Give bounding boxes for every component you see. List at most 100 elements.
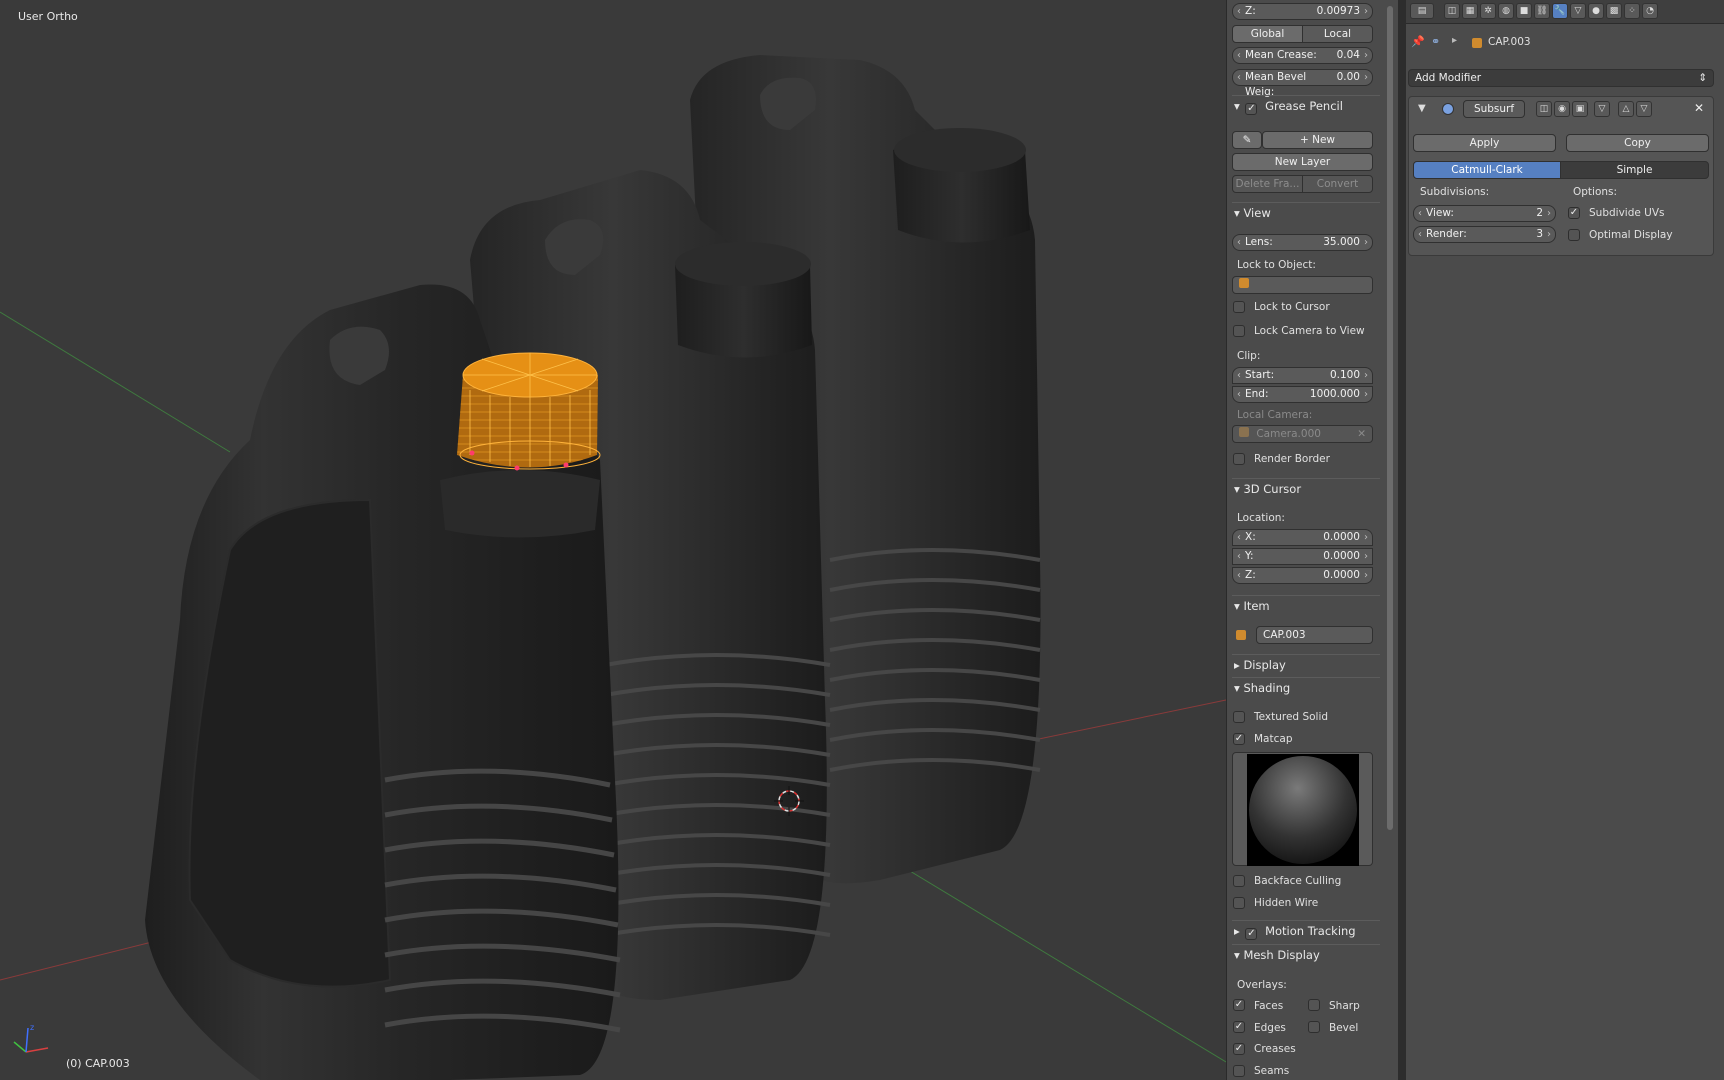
render-layers-tab-icon[interactable]: ▦ [1462,3,1478,19]
cursor-z-value: 0.0000 [1323,569,1360,581]
shading-panel-header[interactable]: ▾ Shading [1232,677,1380,697]
render-toggle-icon[interactable]: ◫ [1536,101,1552,117]
editor-type-icon[interactable]: ▤ [1410,3,1434,19]
lock-to-object-label: Lock to Object: [1237,259,1316,271]
sharp-checkbox[interactable] [1308,999,1320,1011]
scene-tab-icon[interactable]: ✲ [1480,3,1496,19]
collapse-arrow-icon[interactable]: ▼ [1418,103,1426,114]
constraints-tab-icon[interactable]: ⛓ [1534,3,1550,19]
editor-divider[interactable] [1398,0,1406,1080]
hidden-wire-checkbox[interactable] [1233,897,1245,909]
mean-crease-field[interactable]: Mean Crease: 0.04 [1232,47,1373,64]
viewport-toggle-eye-icon[interactable]: ◉ [1554,101,1570,117]
add-modifier-dropdown[interactable]: Add Modifier ⇕ [1408,69,1714,87]
texture-tab-icon[interactable]: ▩ [1606,3,1622,19]
subdiv-view-value: 2 [1536,207,1543,219]
bevel-label: Bevel [1329,1022,1359,1034]
cursor-x-field[interactable]: X: 0.0000 [1232,529,1373,546]
simple-button[interactable]: Simple [1560,161,1709,179]
backface-culling-checkbox[interactable] [1233,875,1245,887]
bevel-checkbox[interactable] [1308,1021,1320,1033]
data-tab-icon[interactable]: ▽ [1570,3,1586,19]
optimal-display-checkbox[interactable] [1568,229,1580,241]
move-up-icon[interactable]: △ [1618,101,1634,117]
local-camera-field[interactable]: Camera.000 ✕ [1232,425,1373,443]
shelf-scrollbar[interactable] [1382,0,1398,1080]
global-button[interactable]: Global [1232,25,1303,43]
local-button[interactable]: Local [1302,25,1373,43]
cursor-y-field[interactable]: Y: 0.0000 [1232,548,1373,565]
mean-bevel-field[interactable]: Mean Bevel Weig: 0.00 [1232,69,1373,98]
scrollbar-thumb[interactable] [1387,6,1393,830]
grease-pencil-title: Grease Pencil [1265,99,1343,113]
catmull-clark-button[interactable]: Catmull-Clark [1413,161,1561,179]
render-border-label: Render Border [1254,453,1330,465]
matcap-checkbox[interactable] [1233,733,1245,745]
lock-camera-label: Lock Camera to View [1254,325,1365,337]
object-tab-icon[interactable]: ■ [1516,3,1532,19]
creases-checkbox[interactable] [1233,1043,1245,1055]
z-value: 0.00973 [1316,5,1360,17]
render-tab-icon[interactable]: ◫ [1444,3,1460,19]
viewport-view-name: User Ortho [18,10,78,23]
mesh-display-panel-header[interactable]: ▾ Mesh Display [1232,944,1380,964]
render-border-checkbox[interactable] [1233,453,1245,465]
material-tab-icon[interactable]: ● [1588,3,1604,19]
matcap-preview[interactable] [1232,752,1373,866]
clip-start-field[interactable]: Start: 0.100 [1232,367,1373,384]
grease-pencil-panel-header[interactable]: ▾ Grease Pencil [1232,95,1380,115]
clip-end-label: End: [1245,388,1269,400]
new-layer-button[interactable]: New Layer [1232,153,1373,171]
modifier-name-field[interactable]: Subsurf [1463,100,1525,118]
cage-toggle-icon[interactable]: ▽ [1594,101,1610,117]
item-name-field[interactable]: CAP.003 [1256,626,1373,644]
item-panel-header[interactable]: ▾ Item [1232,595,1380,615]
lock-to-cursor-checkbox[interactable] [1233,301,1245,313]
view-panel-header[interactable]: ▾ View [1232,202,1380,222]
textured-solid-checkbox[interactable] [1233,711,1245,723]
convert-button[interactable]: Convert [1302,175,1373,193]
clear-x-icon[interactable]: ✕ [1357,426,1366,442]
subdiv-view-field[interactable]: View: 2 [1413,205,1556,222]
grease-pencil-enable-checkbox[interactable] [1245,103,1258,115]
grease-pencil-new-button[interactable]: + New [1262,131,1373,149]
copy-button[interactable]: Copy [1566,134,1709,152]
world-tab-icon[interactable]: ◍ [1498,3,1514,19]
cursor-z-field[interactable]: Z: 0.0000 [1232,567,1373,584]
motion-tracking-checkbox[interactable] [1245,928,1258,940]
object-cube-icon [1239,278,1249,288]
matcap-label: Matcap [1254,733,1293,745]
creases-label: Creases [1254,1043,1296,1055]
motion-tracking-panel-header[interactable]: ▸ Motion Tracking [1232,920,1380,940]
clip-end-field[interactable]: End: 1000.000 [1232,386,1373,403]
particles-tab-icon[interactable]: ⁘ [1624,3,1640,19]
apply-button[interactable]: Apply [1413,134,1556,152]
editmode-toggle-icon[interactable]: ▣ [1572,101,1588,117]
scene-render[interactable] [0,0,1226,1080]
move-down-icon[interactable]: ▽ [1636,101,1652,117]
add-modifier-label: Add Modifier [1415,72,1482,84]
remove-modifier-close-icon[interactable]: ✕ [1694,101,1704,115]
axis-gizmo-icon: z [13,1023,49,1053]
modifiers-tab-icon[interactable]: 🔧 [1552,3,1568,19]
lens-field[interactable]: Lens: 35.000 [1232,234,1373,251]
faces-checkbox[interactable] [1233,999,1245,1011]
faces-label: Faces [1254,1000,1284,1012]
3d-cursor-panel-header[interactable]: ▾ 3D Cursor [1232,478,1380,498]
subdivide-uvs-checkbox[interactable] [1568,207,1580,219]
delete-frame-button[interactable]: Delete Fra... [1232,175,1303,193]
z-field[interactable]: Z: 0.00973 [1232,3,1373,20]
subdiv-render-field[interactable]: Render: 3 [1413,226,1556,243]
display-panel-header[interactable]: ▸ Display [1232,654,1380,674]
mesh-display-title: Mesh Display [1243,948,1320,962]
pencil-icon[interactable]: ✎ [1232,131,1262,149]
physics-tab-icon[interactable]: ◔ [1642,3,1658,19]
edges-checkbox[interactable] [1233,1021,1245,1033]
link-icon: ⚭ [1431,35,1441,48]
lock-camera-checkbox[interactable] [1233,325,1245,337]
y-axis-line [0,311,231,453]
pin-icon[interactable]: 📌 [1411,35,1425,48]
lock-to-object-field[interactable] [1232,276,1373,294]
3d-viewport[interactable]: User Ortho (0) CAP.003 z [0,0,1226,1080]
seams-checkbox[interactable] [1233,1065,1245,1077]
